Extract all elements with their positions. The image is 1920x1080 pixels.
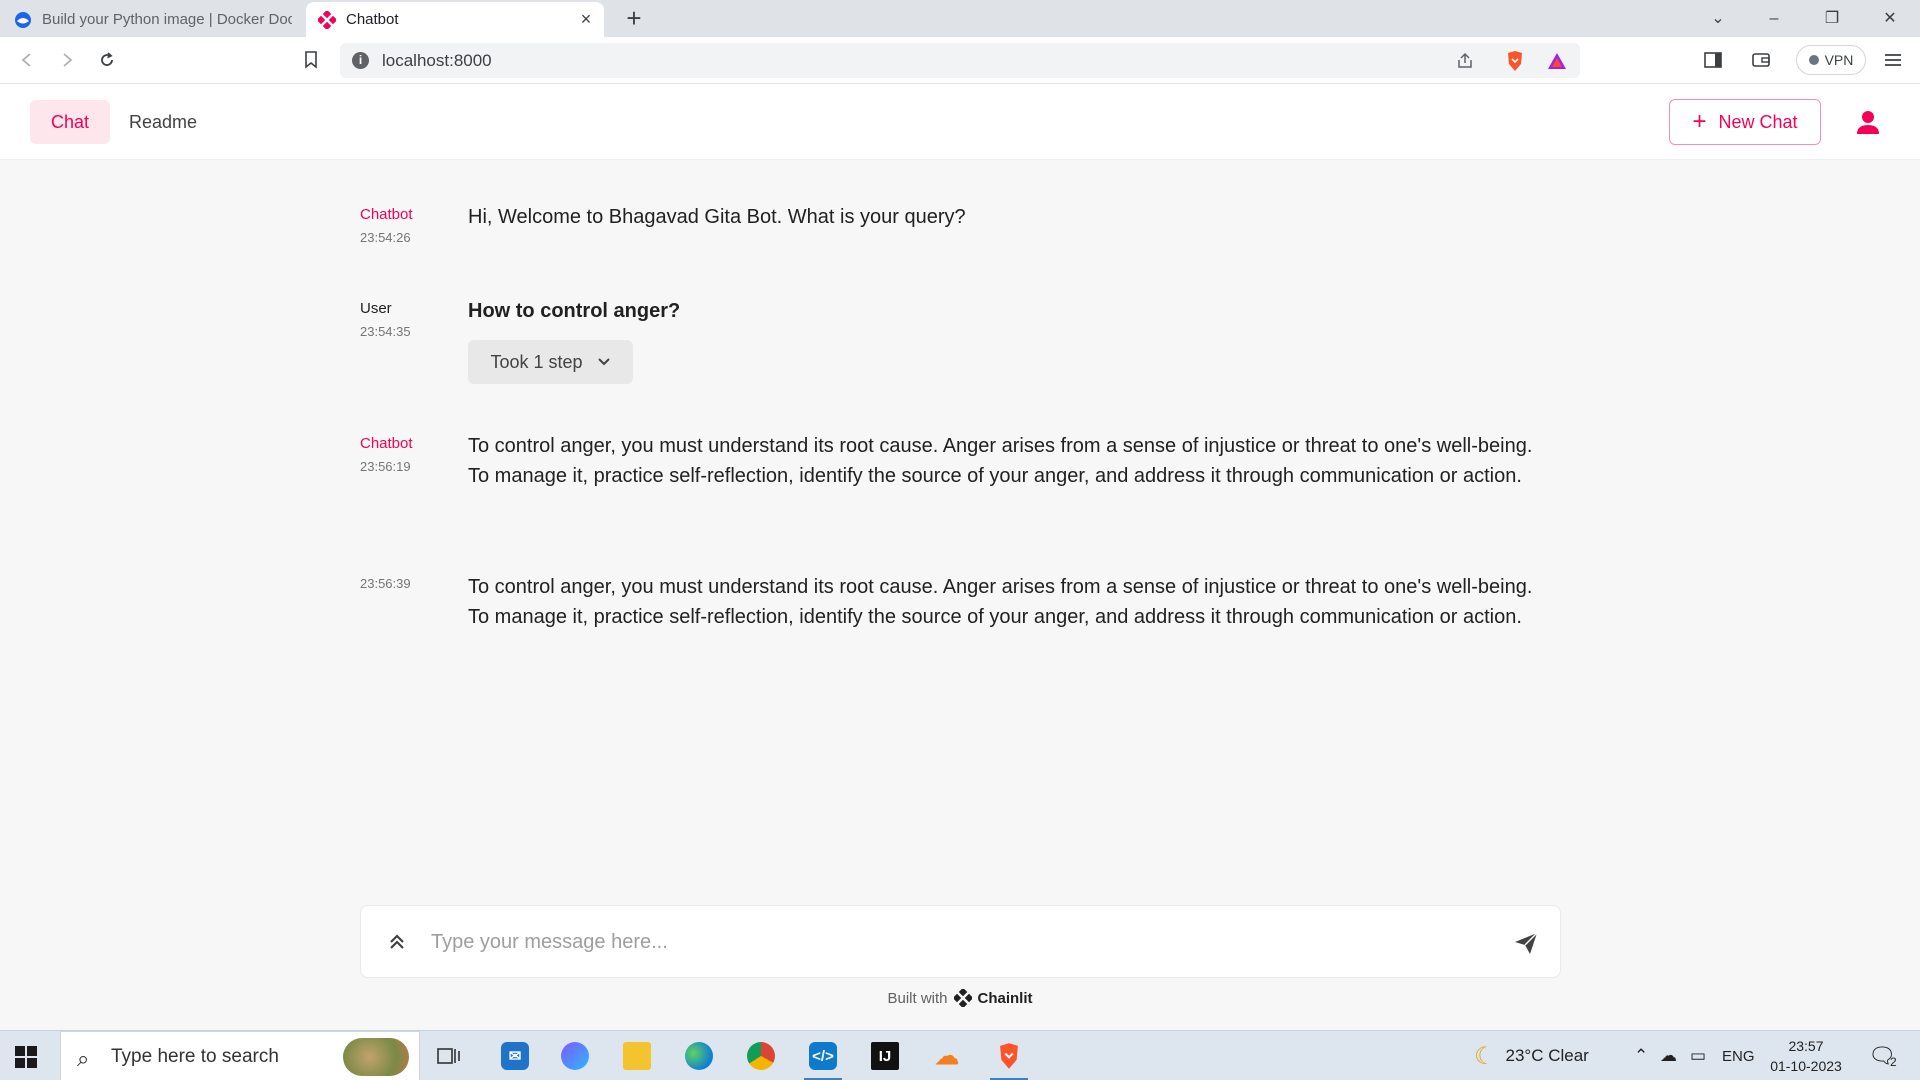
copilot-icon[interactable]: [550, 1031, 600, 1080]
menu-icon[interactable]: [1880, 47, 1906, 73]
battery-icon[interactable]: ▭: [1690, 1031, 1706, 1080]
message-author: Chatbot: [360, 435, 413, 452]
mail-icon[interactable]: ✉: [490, 1031, 540, 1080]
minimize-icon[interactable]: –: [1754, 6, 1794, 32]
brave-rewards-icon[interactable]: [1546, 51, 1568, 71]
language-indicator[interactable]: ENG: [1722, 1031, 1755, 1080]
message-text: To control anger, you must understand it…: [468, 576, 1533, 628]
chainlit-logo-icon: [953, 989, 972, 1007]
address-bar[interactable]: i localhost:8000: [340, 43, 1580, 78]
notifications-icon[interactable]: 🗨 2: [1868, 1031, 1897, 1080]
message-timestamp: 23:54:35: [360, 324, 411, 339]
built-with-footer: Built with Chainlit: [0, 989, 1920, 1007]
address-url: localhost:8000: [382, 51, 492, 70]
message-timestamp: 23:56:39: [360, 576, 411, 591]
message-timestamp: 23:56:19: [360, 459, 411, 474]
user-account-icon[interactable]: [1854, 108, 1882, 136]
weather-widget[interactable]: ☾ 23°C Clear: [1474, 1031, 1589, 1080]
new-chat-label: New Chat: [1718, 111, 1798, 132]
close-tab-icon[interactable]: ×: [576, 9, 596, 29]
sidebar-toggle-icon[interactable]: [1700, 47, 1726, 73]
new-tab-icon[interactable]: +: [620, 4, 648, 32]
message-author: Chatbot: [360, 206, 413, 223]
wallet-icon[interactable]: [1748, 47, 1774, 73]
brave-shields-icon[interactable]: [1505, 50, 1525, 72]
close-window-icon[interactable]: ✕: [1870, 6, 1910, 32]
message-composer: [360, 905, 1561, 978]
intellij-icon[interactable]: IJ: [860, 1031, 910, 1080]
built-with-prefix: Built with: [887, 989, 948, 1007]
browser-toolbar: i localhost:8000 VPN: [0, 37, 1920, 84]
taskbar-search-placeholder: Type here to search: [111, 1046, 279, 1067]
file-explorer-icon[interactable]: [612, 1031, 662, 1080]
message-chatbot-answer-repeat: 23:56:39 To control anger, you must unde…: [360, 576, 1560, 676]
browser-tab-title: Chatbot: [346, 11, 399, 28]
steps-toggle-button[interactable]: Took 1 step: [468, 340, 633, 384]
chainlit-brand[interactable]: Chainlit: [978, 990, 1033, 1007]
vpn-button[interactable]: VPN: [1796, 45, 1866, 75]
plus-icon: +: [1692, 108, 1707, 135]
share-icon[interactable]: [1456, 52, 1474, 70]
tab-search-chevron-icon[interactable]: ⌄: [1698, 6, 1738, 32]
network-icon[interactable]: ☁: [1660, 1031, 1677, 1080]
search-highlight-image: [343, 1038, 409, 1076]
message-input[interactable]: [431, 924, 1471, 960]
message-chatbot-answer: Chatbot 23:56:19 To control anger, you m…: [360, 435, 1560, 535]
back-icon[interactable]: [14, 47, 40, 73]
edge-icon[interactable]: [674, 1031, 724, 1080]
task-view-icon[interactable]: [424, 1031, 474, 1080]
app-header: Chat Readme + New Chat: [0, 84, 1920, 160]
clock-time: 23:57: [1788, 1038, 1824, 1054]
site-info-icon[interactable]: i: [352, 52, 369, 69]
clock-date: 01-10-2023: [1770, 1058, 1842, 1074]
message-text: Hi, Welcome to Bhagavad Gita Bot. What i…: [468, 206, 966, 228]
browser-tab-chatbot[interactable]: Chatbot ×: [306, 2, 604, 37]
vscode-icon[interactable]: </>: [798, 1031, 848, 1080]
double-chevron-up-icon[interactable]: [385, 930, 409, 954]
browser-tab-docker[interactable]: Build your Python image | Docker Doc: [0, 2, 300, 37]
message-timestamp: 23:54:26: [360, 230, 411, 245]
docker-docs-icon: [15, 11, 31, 28]
weather-text: 23°C Clear: [1505, 1046, 1589, 1065]
send-icon[interactable]: [1513, 930, 1539, 956]
chevron-down-icon: [597, 358, 610, 366]
brave-icon[interactable]: [984, 1031, 1034, 1080]
restore-icon[interactable]: ❐: [1812, 6, 1852, 32]
cloudflare-icon[interactable]: ☁: [922, 1031, 972, 1080]
vpn-status-icon: [1808, 55, 1819, 65]
message-author: User: [360, 300, 392, 317]
message-text: How to control anger?: [468, 300, 681, 322]
windows-taskbar: ⌕ Type here to search ✉ </> IJ ☁ ☾ 23°C …: [0, 1030, 1920, 1080]
message-text: To control anger, you must understand it…: [468, 435, 1533, 487]
browser-tab-strip: Build your Python image | Docker Doc Cha…: [0, 0, 1920, 37]
new-chat-button[interactable]: + New Chat: [1669, 99, 1821, 145]
moon-icon: ☾: [1474, 1042, 1496, 1070]
chainlit-favicon-icon: [318, 10, 336, 29]
reload-icon[interactable]: [94, 47, 120, 73]
system-clock[interactable]: 23:57 01-10-2023: [1756, 1036, 1856, 1076]
windows-start-icon[interactable]: [14, 1045, 38, 1069]
bookmark-icon[interactable]: [298, 47, 324, 73]
message-chatbot-welcome: Chatbot 23:54:26 Hi, Welcome to Bhagavad…: [360, 206, 1560, 266]
search-icon: ⌕: [77, 1046, 90, 1071]
show-hidden-icons-icon[interactable]: ⌃: [1634, 1031, 1648, 1080]
nav-chat[interactable]: Chat: [30, 100, 110, 144]
notification-count: 2: [1889, 1055, 1897, 1069]
message-user-question: User 23:54:35 How to control anger? Took…: [360, 300, 1560, 390]
steps-label: Took 1 step: [490, 351, 583, 372]
browser-tab-title: Build your Python image | Docker Doc: [42, 11, 292, 28]
vpn-label: VPN: [1824, 52, 1854, 68]
forward-icon[interactable]: [54, 47, 80, 73]
taskbar-search[interactable]: ⌕ Type here to search: [60, 1031, 420, 1080]
chrome-icon[interactable]: [736, 1031, 786, 1080]
nav-readme[interactable]: Readme: [118, 100, 208, 144]
